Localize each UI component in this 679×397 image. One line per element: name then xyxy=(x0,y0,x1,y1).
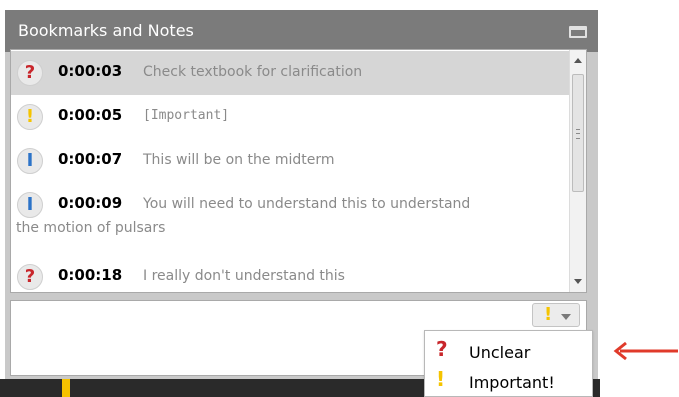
bookmark-text: [Important] xyxy=(143,108,230,123)
panel-title: Bookmarks and Notes xyxy=(18,21,194,40)
bookmark-text-continued: the motion of pulsars xyxy=(16,220,166,236)
bookmark-row[interactable]: I 0:00:09 You will need to understand th… xyxy=(11,183,569,247)
bookmark-type-dropdown: ? Unclear ! Important! xyxy=(424,330,593,397)
scrollbar-thumb[interactable] xyxy=(572,74,584,192)
bookmarks-list[interactable]: ? 0:00:03 Check textbook for clarificati… xyxy=(10,49,587,293)
annotation-arrow-icon xyxy=(613,341,678,361)
question-mark-icon: ? xyxy=(17,264,43,290)
grip-icon xyxy=(576,129,580,139)
dropdown-option-unclear[interactable]: ? Unclear xyxy=(425,335,592,365)
scroll-up-arrow-icon[interactable] xyxy=(574,58,582,63)
bookmark-row[interactable]: ? 0:00:18 I really don't understand this xyxy=(11,255,569,292)
window-maximize-icon[interactable] xyxy=(569,26,587,38)
info-icon: I xyxy=(17,192,43,218)
exclamation-icon: ! xyxy=(17,104,43,130)
list-scrollbar[interactable] xyxy=(569,50,586,292)
chevron-down-icon xyxy=(561,314,571,320)
bookmark-row[interactable]: ? 0:00:03 Check textbook for clarificati… xyxy=(11,51,569,95)
option-label: Unclear xyxy=(469,343,531,362)
bookmark-text: Check textbook for clarification xyxy=(143,64,363,80)
bookmark-time: 0:00:05 xyxy=(58,106,123,124)
bookmark-row[interactable]: ! 0:00:05 [Important] xyxy=(11,95,569,139)
bookmark-time: 0:00:07 xyxy=(58,150,123,168)
bookmark-text: I really don't understand this xyxy=(143,268,345,284)
scroll-down-arrow-icon[interactable] xyxy=(574,279,582,284)
bookmark-type-button[interactable]: ! xyxy=(532,303,580,327)
bookmark-text: You will need to understand this to unde… xyxy=(143,196,471,212)
timeline-marker[interactable] xyxy=(62,379,70,397)
bookmark-row[interactable]: I 0:00:07 This will be on the midterm xyxy=(11,139,569,183)
exclamation-icon: ! xyxy=(436,367,446,391)
important-icon: ! xyxy=(544,304,553,325)
option-label: Important! xyxy=(469,373,555,392)
dropdown-option-important[interactable]: ! Important! xyxy=(425,365,592,395)
bookmark-time: 0:00:09 xyxy=(58,194,123,212)
bookmark-time: 0:00:18 xyxy=(58,266,123,284)
question-mark-icon: ? xyxy=(17,60,43,86)
bookmark-time: 0:00:03 xyxy=(58,62,123,80)
bookmark-text: This will be on the midterm xyxy=(143,152,335,168)
info-icon: I xyxy=(17,148,43,174)
question-mark-icon: ? xyxy=(436,337,448,361)
panel-title-bar: Bookmarks and Notes xyxy=(5,10,598,52)
